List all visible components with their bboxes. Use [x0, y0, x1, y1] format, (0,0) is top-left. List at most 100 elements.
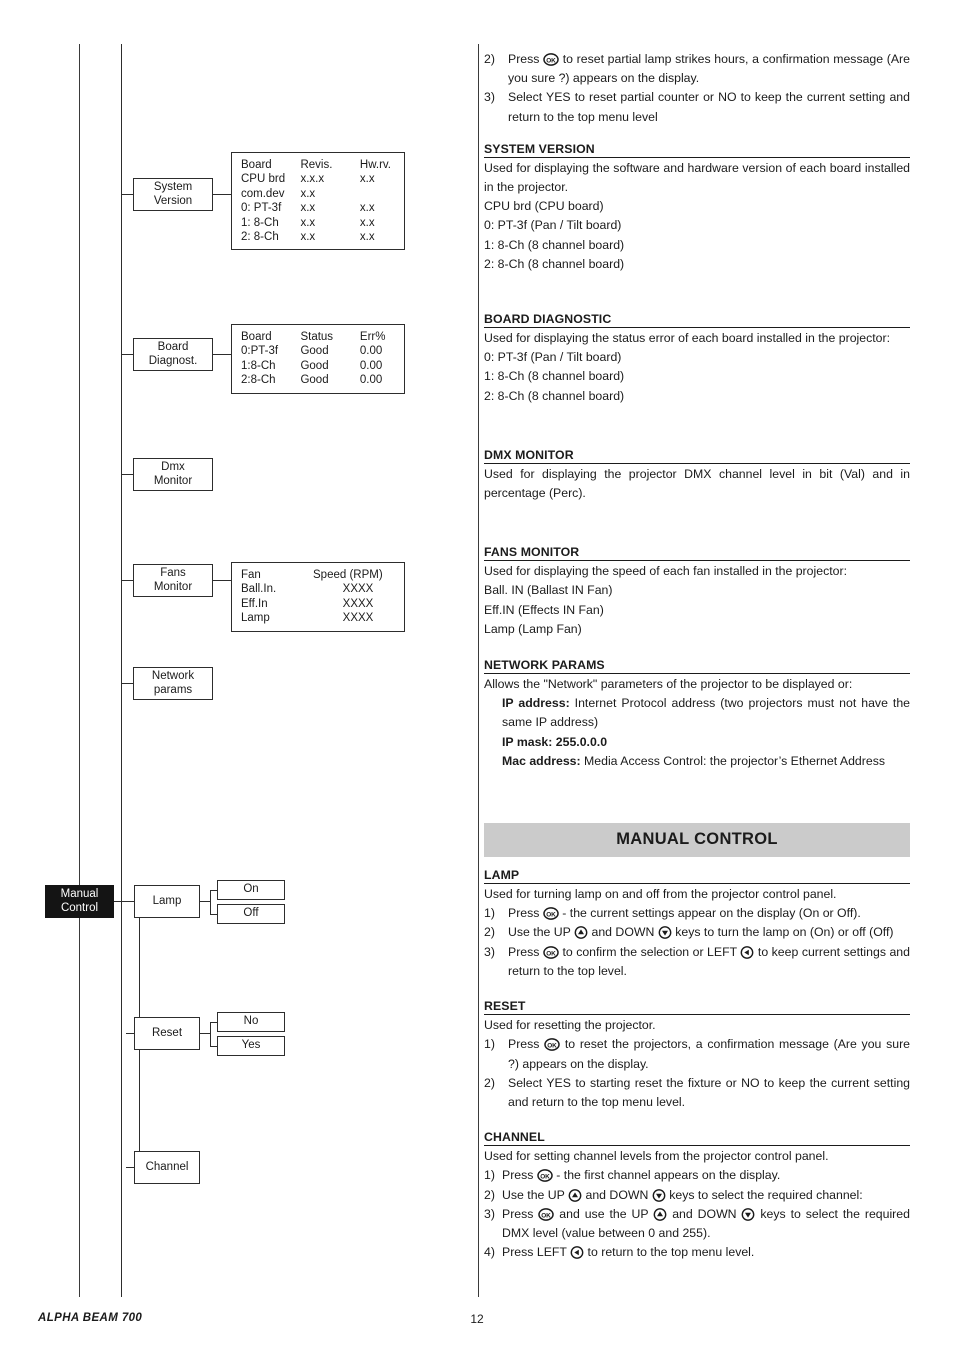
diagram-trunk-lower [121, 683, 122, 1297]
connector-lamp-vertical [210, 890, 211, 914]
channel-steps-list: 1) Press OK - the first channel appears … [484, 1166, 910, 1262]
node-lamp-off[interactable]: Off [217, 904, 285, 924]
node-lamp-on[interactable]: On [217, 880, 285, 900]
table-cell: x.x.x [300, 173, 325, 186]
list-number: 1) [484, 906, 495, 921]
list-number: 4) [484, 1245, 495, 1260]
node-network-params[interactable]: Network params [133, 667, 213, 700]
table-row: Ball.In. XXXX [241, 582, 404, 596]
table-cell: x.x [359, 216, 375, 229]
table-system-version: Board Revis. Hw.rv. CPU brd x.x.x x.x co… [231, 152, 405, 251]
node-reset-no[interactable]: No [217, 1012, 285, 1032]
table-header-cell: Fan [241, 569, 261, 581]
board-line: 1: 8-Ch (8 channel board) [484, 369, 625, 384]
board-line: CPU brd (CPU board) [484, 199, 604, 214]
node-label: No [243, 1015, 259, 1028]
table-cell: Good [300, 359, 329, 372]
table-cell: 0.00 [359, 359, 383, 372]
table-header-cell: Status [300, 331, 334, 343]
section-body-channel: Used for setting channel levels from the… [484, 1149, 829, 1164]
section-rule [484, 156, 910, 158]
table-cell: CPU brd [241, 173, 286, 186]
table-cell: 1:8-Ch [241, 359, 276, 372]
section-title-board-diagnostic: BOARD DIAGNOSTIC [484, 312, 612, 327]
node-reset[interactable]: Reset [134, 1017, 200, 1050]
step-text: Use the UP [508, 925, 571, 940]
section-body-network-params: Allows the "Network" parameters of the p… [484, 677, 853, 692]
connector-reset-yes [210, 1046, 217, 1047]
section-rule [484, 1145, 910, 1147]
table-cell: Good [300, 374, 329, 387]
node-label-line1: Network [151, 670, 195, 682]
node-label-line2: Diagnost. [148, 354, 198, 367]
node-label-line2: params [153, 683, 193, 696]
list-item: 1) Press OK to reset the projectors, a c… [484, 1035, 910, 1073]
node-system-version[interactable]: System Version [133, 178, 213, 211]
node-label: Lamp [152, 894, 182, 907]
table-header-cell: Board [241, 159, 272, 171]
left-arrow-key-icon [740, 945, 754, 959]
section-title-lamp: LAMP [484, 868, 520, 883]
node-label-line1: Manual [60, 888, 99, 900]
list-item: 3) Press OK and use the UP and DOWN keys… [484, 1205, 910, 1243]
section-body-system-version: Used for displaying the software and har… [484, 160, 910, 195]
up-arrow-key-icon [574, 926, 588, 940]
node-channel[interactable]: Channel [134, 1151, 200, 1184]
node-fans-monitor[interactable]: Fans Monitor [133, 564, 213, 597]
list-item: 1) Press OK - the first channel appears … [484, 1166, 910, 1185]
footer-page-number: 12 [470, 1312, 484, 1326]
list-number: 2) [484, 1187, 495, 1202]
node-reset-yes[interactable]: Yes [217, 1036, 285, 1056]
network-ip-address: IP address: Internet Protocol address (t… [484, 694, 910, 732]
step-text: keys to select the required channel: [669, 1187, 863, 1202]
step-text: and DOWN [672, 1206, 737, 1221]
connector-lamp-off [210, 914, 217, 915]
step-text: Press [502, 1206, 534, 1221]
table-cell: x.x [359, 173, 375, 186]
list-item: 2) Press OK to reset partial lamp strike… [484, 50, 910, 88]
node-label: Reset [151, 1026, 183, 1039]
table-row: 1: 8-Ch x.x x.x [241, 216, 404, 230]
table-cell: Ball.In. [241, 583, 277, 596]
connector-lamp-on [210, 890, 217, 891]
table-cell: x.x [359, 231, 375, 244]
list-item: 1) Press OK - the current settings appea… [484, 904, 910, 923]
table-cell: 2: 8-Ch [241, 231, 279, 244]
section-body-lamp: Used for turning lamp on and off from th… [484, 887, 837, 902]
list-item: 2) Use the UP and DOWN keys to turn the … [484, 923, 910, 942]
node-manual-control[interactable]: Manual Control [45, 885, 114, 918]
list-number: 3) [484, 944, 495, 959]
table-header-cell: Revis. [300, 159, 333, 171]
down-arrow-key-icon [658, 926, 672, 940]
connector-system-version [121, 194, 133, 195]
node-dmx-monitor[interactable]: Dmx Monitor [133, 458, 213, 491]
svg-text:OK: OK [542, 1212, 552, 1219]
manual-text-column: 2) Press OK to reset partial lamp strike… [484, 50, 910, 1262]
list-item: 2) Use the UP and DOWN keys to select th… [484, 1186, 910, 1205]
up-arrow-key-icon [653, 1207, 667, 1221]
node-label-line2: Monitor [153, 580, 193, 593]
table-cell: x.x [300, 231, 316, 244]
connector-system-version-table [213, 194, 231, 195]
node-lamp[interactable]: Lamp [134, 885, 200, 918]
board-line: 2: 8-Ch (8 channel board) [484, 388, 625, 403]
intro-steps-list: 2) Press OK to reset partial lamp strike… [484, 50, 910, 127]
svg-text:OK: OK [546, 912, 556, 919]
down-arrow-key-icon [741, 1207, 755, 1221]
node-label-line2: Monitor [153, 474, 193, 487]
connector-board-diagnost-table [213, 354, 231, 355]
section-body-board-diagnostic: Used for displaying the status error of … [484, 331, 891, 346]
step-text: - the current settings appear on the dis… [562, 906, 861, 921]
connector-network-params [121, 683, 133, 684]
node-board-diagnost[interactable]: Board Diagnost. [133, 338, 213, 371]
table-header-row: Fan Speed (RPM) [241, 568, 404, 582]
step-text: Select YES to starting reset the fixture… [508, 1075, 910, 1109]
table-header-cell: Board [241, 331, 272, 343]
table-cell: Eff.In [241, 597, 268, 610]
step-text: Use the UP [502, 1187, 565, 1202]
step-text: and DOWN [591, 925, 655, 940]
lamp-steps-list: 1) Press OK - the current settings appea… [484, 904, 910, 981]
table-cell [360, 187, 404, 201]
fan-line: Ball. IN (Ballast IN Fan) [484, 583, 613, 598]
board-line: 0: PT-3f (Pan / Tilt board) [484, 350, 622, 365]
